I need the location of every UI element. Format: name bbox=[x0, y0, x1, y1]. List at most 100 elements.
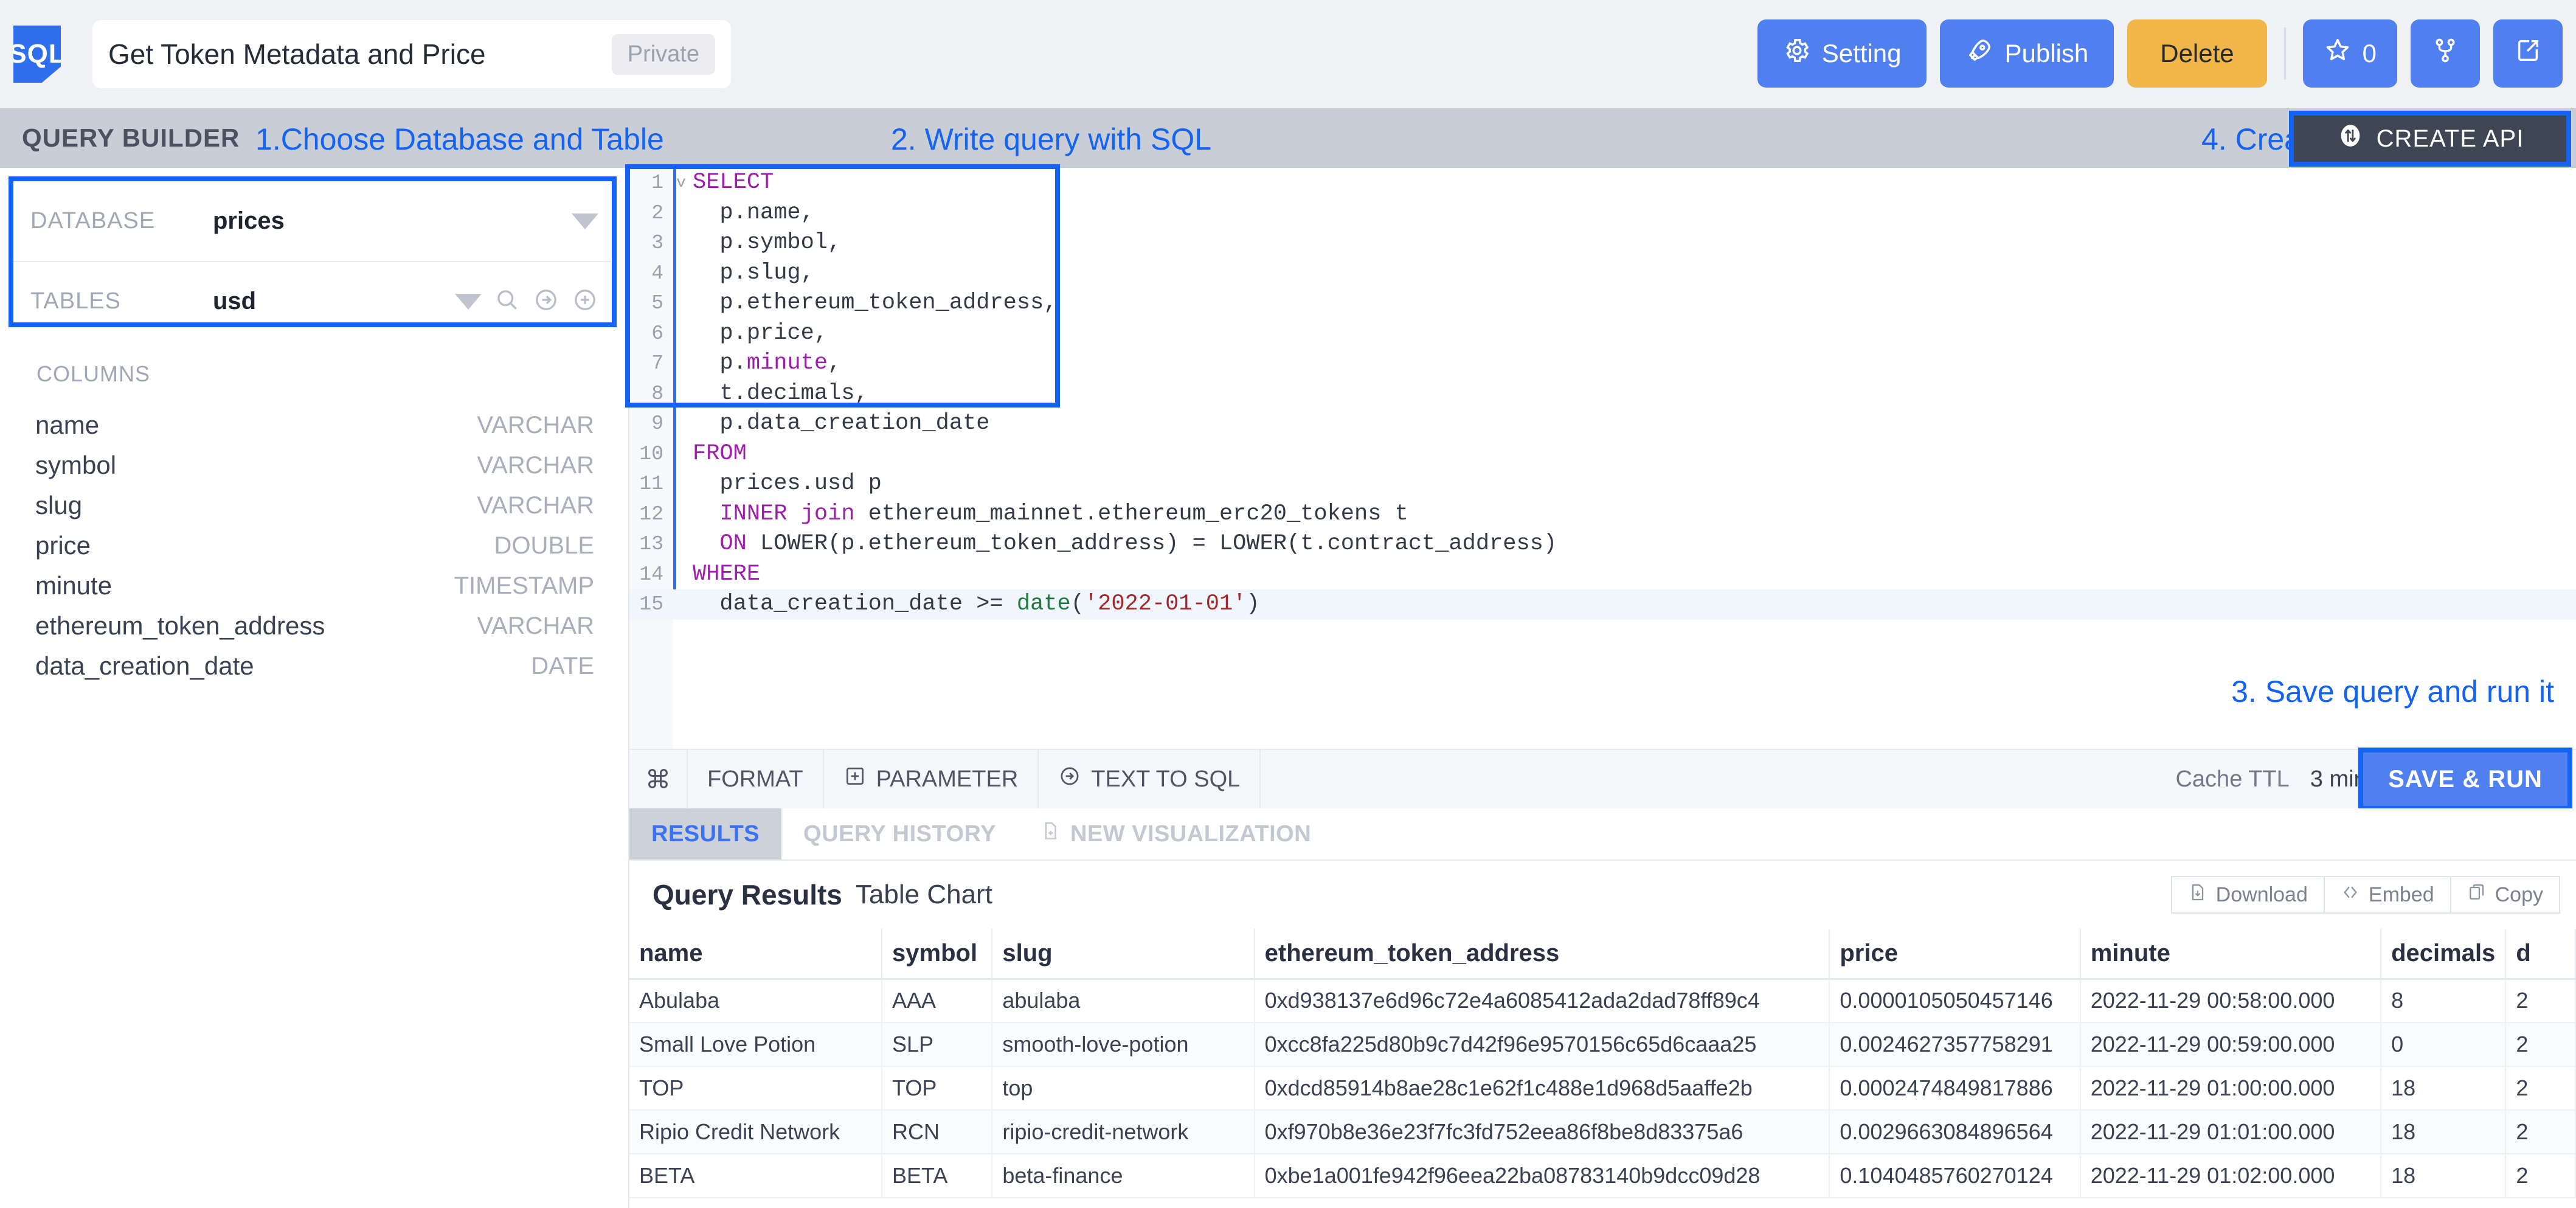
results-header: Query Results Table Chart Download Embed bbox=[629, 861, 2576, 929]
tab-new-visualization[interactable]: NEW VISUALIZATION bbox=[1018, 808, 1333, 859]
code-text: p.price, bbox=[693, 320, 828, 346]
tables-value: usd bbox=[213, 288, 257, 314]
table-cell: ripio-credit-network bbox=[992, 1110, 1255, 1154]
table-row[interactable]: BETA BETA beta-finance 0xbe1a001fe942f96eea… bbox=[629, 1154, 2576, 1198]
column-row[interactable]: slug VARCHAR bbox=[0, 485, 629, 526]
star-button[interactable]: 0 bbox=[2302, 19, 2397, 88]
parameter-button[interactable]: PARAMETER bbox=[824, 749, 1039, 809]
code-line[interactable]: 12 INNER join ethereum_mainnet.ethereum_… bbox=[629, 499, 2576, 530]
table-cell: beta-finance bbox=[992, 1154, 1255, 1198]
column-header[interactable]: name bbox=[629, 929, 883, 980]
share-button[interactable] bbox=[2493, 19, 2563, 88]
column-name: data_creation_date bbox=[35, 651, 254, 680]
download-icon bbox=[2188, 883, 2207, 908]
copy-button[interactable]: Copy bbox=[2451, 876, 2560, 914]
table-row[interactable]: TOP TOP top 0xdcd85914b8ae28c1e62f1c488e1d9… bbox=[629, 1066, 2576, 1111]
table-row[interactable]: Small Love Potion SLP smooth-love-potion 0x… bbox=[629, 1022, 2576, 1067]
download-button[interactable]: Download bbox=[2170, 876, 2325, 914]
column-header[interactable]: symbol bbox=[882, 929, 993, 980]
delete-button[interactable]: Delete bbox=[2127, 19, 2267, 88]
fold-toggle-icon[interactable]: v bbox=[673, 168, 689, 198]
format-button[interactable]: FORMAT bbox=[688, 749, 824, 809]
column-row[interactable]: name VARCHAR bbox=[0, 405, 629, 445]
code-line[interactable]: 3 p.symbol, bbox=[629, 228, 2576, 259]
query-builder-label: QUERY BUILDER bbox=[22, 123, 240, 152]
column-name: price bbox=[35, 531, 91, 560]
add-table-icon[interactable] bbox=[572, 286, 598, 316]
line-number: 7 bbox=[651, 352, 663, 375]
sql-editor[interactable]: 1 v SELECT 2 p.name, 3 p.symbol, 4 p.slug, 5 p… bbox=[629, 168, 2576, 749]
code-text: FROM bbox=[693, 440, 747, 467]
column-row[interactable]: price DOUBLE bbox=[0, 526, 629, 566]
new-doc-icon bbox=[1040, 821, 1061, 847]
code-line[interactable]: 9 p.data_creation_date bbox=[629, 409, 2576, 439]
code-line[interactable]: 6 p.price, bbox=[629, 319, 2576, 349]
table-cell: RCN bbox=[882, 1110, 993, 1154]
code-line[interactable]: 14 WHERE bbox=[629, 560, 2576, 590]
tables-selector-row[interactable]: TABLES usd bbox=[13, 261, 612, 341]
column-header[interactable]: price bbox=[1829, 929, 2081, 980]
query-title[interactable]: Get Token Metadata and Price bbox=[108, 38, 612, 71]
column-header[interactable]: minute bbox=[2080, 929, 2382, 980]
column-row[interactable]: minute TIMESTAMP bbox=[0, 566, 629, 606]
column-row[interactable]: data_creation_date DATE bbox=[0, 646, 629, 686]
chevron-down-icon[interactable] bbox=[455, 293, 482, 310]
search-icon[interactable] bbox=[494, 286, 521, 316]
tables-row-icons bbox=[455, 286, 598, 316]
query-title-box[interactable]: Get Token Metadata and Price Private bbox=[92, 20, 731, 88]
line-number: 3 bbox=[651, 232, 663, 254]
code-line[interactable]: 8 t.decimals, bbox=[629, 379, 2576, 409]
table-row[interactable]: Abulaba AAA abulaba 0xd938137e6d96c72e4a608… bbox=[629, 979, 2576, 1023]
code-line[interactable]: 4 p.slug, bbox=[629, 259, 2576, 289]
results-subtitle[interactable]: Table Chart bbox=[856, 880, 992, 910]
column-header[interactable]: d bbox=[2505, 929, 2576, 980]
chevron-down-icon[interactable] bbox=[572, 213, 598, 229]
go-to-table-icon[interactable] bbox=[533, 286, 559, 316]
tables-label: TABLES bbox=[30, 288, 121, 314]
tab-results[interactable]: RESULTS bbox=[629, 808, 782, 859]
table-cell: 18 bbox=[2381, 1066, 2507, 1111]
top-header-bar: SQL Get Token Metadata and Price Private… bbox=[0, 0, 2576, 108]
publish-button[interactable]: Publish bbox=[1940, 19, 2114, 88]
code-line[interactable]: 7 p.minute, bbox=[629, 349, 2576, 379]
code-line[interactable]: 15 data_creation_date >= date('2022-01-0… bbox=[629, 589, 2576, 620]
column-header[interactable]: slug bbox=[992, 929, 1255, 980]
results-table-wrap[interactable]: name symbol slug ethereum_token_address pric… bbox=[629, 929, 2576, 1208]
text-to-sql-button[interactable]: TEXT TO SQL bbox=[1039, 749, 1261, 809]
download-button-label: Download bbox=[2215, 883, 2308, 906]
code-line[interactable]: 1 v SELECT bbox=[629, 168, 2576, 198]
tab-query-history[interactable]: QUERY HISTORY bbox=[781, 808, 1018, 859]
command-shortcut-button[interactable]: ⌘ bbox=[629, 749, 688, 809]
table-cell: 2022-11-29 00:58:00.000 bbox=[2080, 979, 2382, 1023]
table-cell: 0xdcd85914b8ae28c1e62f1c488e1d968d5aaffe… bbox=[1254, 1066, 1830, 1111]
save-and-run-button[interactable]: SAVE & RUN bbox=[2388, 766, 2543, 793]
code-line[interactable]: 5 p.ethereum_token_address, bbox=[629, 288, 2576, 319]
database-selector-row[interactable]: DATABASE prices bbox=[13, 181, 612, 261]
column-row[interactable]: symbol VARCHAR bbox=[0, 445, 629, 485]
column-header[interactable]: decimals bbox=[2381, 929, 2507, 980]
annotation-step-1: 1.Choose Database and Table bbox=[255, 122, 664, 156]
setting-button[interactable]: Setting bbox=[1757, 19, 1927, 88]
delete-button-label: Delete bbox=[2160, 39, 2234, 68]
tab-label: RESULTS bbox=[651, 821, 760, 847]
code-line[interactable]: 10 FROM bbox=[629, 439, 2576, 470]
sql-code-area[interactable]: 1 v SELECT 2 p.name, 3 p.symbol, 4 p.slug, 5 p… bbox=[629, 168, 2576, 749]
code-line[interactable]: 2 p.name, bbox=[629, 198, 2576, 229]
sql-logo[interactable]: SQL bbox=[13, 26, 61, 83]
fork-button[interactable] bbox=[2411, 19, 2480, 88]
embed-button[interactable]: Embed bbox=[2324, 876, 2451, 914]
code-line[interactable]: 11 prices.usd p bbox=[629, 469, 2576, 499]
column-name: ethereum_token_address bbox=[35, 611, 325, 640]
create-api-button[interactable]: CREATE API bbox=[2336, 122, 2524, 156]
create-api-label: CREATE API bbox=[2376, 125, 2524, 152]
code-text: p.ethereum_token_address, bbox=[693, 290, 1058, 316]
code-line[interactable]: 13 ON LOWER(p.ethereum_token_address) = … bbox=[629, 529, 2576, 560]
column-type: VARCHAR bbox=[477, 411, 594, 439]
setting-button-label: Setting bbox=[1821, 39, 1902, 68]
column-row[interactable]: ethereum_token_address VARCHAR bbox=[0, 606, 629, 646]
table-row[interactable]: Ripio Credit Network RCN ripio-credit-netw… bbox=[629, 1110, 2576, 1154]
column-header[interactable]: ethereum_token_address bbox=[1254, 929, 1830, 980]
table-cell: abulaba bbox=[992, 979, 1255, 1023]
table-cell: 2022-11-29 00:59:00.000 bbox=[2080, 1022, 2382, 1067]
results-action-buttons: Download Embed Copy bbox=[2170, 876, 2560, 914]
